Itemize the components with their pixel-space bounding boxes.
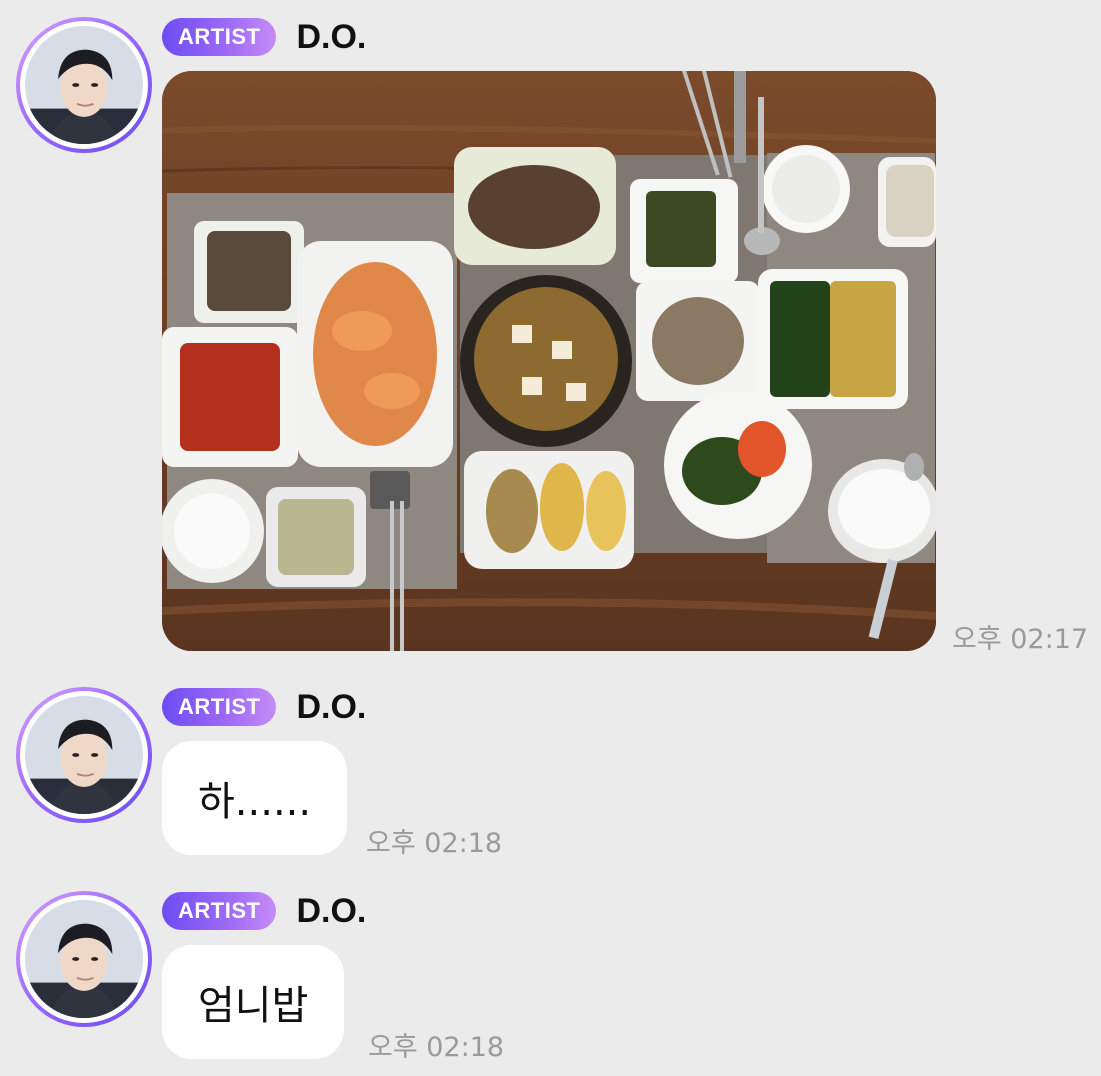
sender-row: ARTIST D.O. xyxy=(162,17,366,57)
timestamp: 오후 02:18 xyxy=(368,1032,505,1063)
sender-row: ARTIST D.O. xyxy=(162,891,366,931)
avatar[interactable] xyxy=(16,17,152,153)
sender-name[interactable]: D.O. xyxy=(296,892,366,931)
artist-badge: ARTIST xyxy=(162,18,277,56)
avatar[interactable] xyxy=(16,687,152,823)
food-photo xyxy=(162,71,936,651)
sender-name[interactable]: D.O. xyxy=(296,18,366,57)
avatar-photo xyxy=(25,696,143,814)
sender-row: ARTIST D.O. xyxy=(162,687,366,727)
avatar-photo xyxy=(25,26,143,144)
chat-thread: ARTIST D.O. 오후 02:17 ARTIST D.O. 하......… xyxy=(0,0,1101,1076)
avatar-photo xyxy=(25,900,143,1018)
sender-name[interactable]: D.O. xyxy=(296,688,366,727)
message-bubble[interactable]: 엄니밥 xyxy=(162,945,345,1059)
artist-badge: ARTIST xyxy=(162,688,277,726)
timestamp: 오후 02:17 xyxy=(952,624,1089,655)
message-bubble[interactable]: 하...... xyxy=(162,741,348,855)
photo-message[interactable] xyxy=(162,71,936,651)
timestamp: 오후 02:18 xyxy=(366,828,503,859)
avatar[interactable] xyxy=(16,891,152,1027)
artist-badge: ARTIST xyxy=(162,892,277,930)
